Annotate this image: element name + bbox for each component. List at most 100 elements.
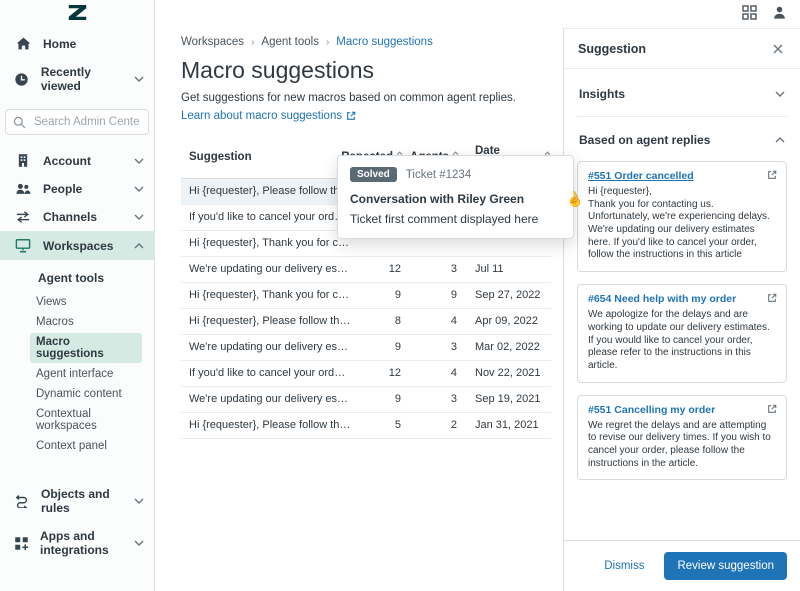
conversation-preview-tooltip: Solved Ticket #1234 Conversation with Ri… bbox=[337, 155, 574, 239]
table-row[interactable]: If you'd like to cancel your order, then… bbox=[181, 361, 551, 387]
sidebar-item-macros[interactable]: Macros bbox=[30, 313, 142, 331]
cell-date: Jul 11 bbox=[461, 263, 551, 275]
sidebar-item-objects-and-rules[interactable]: Objects and rules bbox=[0, 480, 154, 522]
sidebar-item-people[interactable]: People bbox=[0, 175, 154, 203]
search-input[interactable] bbox=[32, 115, 141, 129]
table-row[interactable]: Hi {requester}, Please follow the instru… bbox=[181, 309, 551, 335]
ticket-link[interactable]: #654 Need help with my order bbox=[588, 293, 776, 305]
sidebar-item-home[interactable]: Home bbox=[0, 29, 154, 58]
external-link-icon[interactable] bbox=[767, 404, 777, 414]
reply-text: Hi {requester}, Thank you for contacting… bbox=[588, 186, 776, 262]
insights-section-toggle[interactable]: Insights bbox=[577, 84, 787, 104]
chevron-up-icon bbox=[775, 137, 785, 143]
chevron-down-icon bbox=[134, 498, 144, 504]
sidebar-spacer bbox=[0, 460, 154, 480]
sidebar-item-macro-suggestions[interactable]: Macro suggestions bbox=[30, 333, 142, 363]
sidebar-item-label: Recently viewed bbox=[41, 65, 123, 93]
tooltip-body: Ticket first comment displayed here bbox=[350, 212, 561, 226]
cell-date: Mar 02, 2022 bbox=[461, 341, 551, 353]
cell-date: Apr 09, 2022 bbox=[461, 315, 551, 327]
ticket-link[interactable]: #551 Cancelling my order bbox=[588, 404, 776, 416]
learn-link-label: Learn about macro suggestions bbox=[181, 110, 342, 122]
cell-repeated: 5 bbox=[357, 419, 405, 431]
based-on-agent-replies-toggle[interactable]: Based on agent replies bbox=[577, 130, 787, 150]
cell-suggestion: Hi {requester}, Thank you for contacting… bbox=[189, 289, 357, 301]
chevron-down-icon bbox=[775, 91, 785, 97]
external-link-icon[interactable] bbox=[767, 170, 777, 180]
sidebar-item-channels[interactable]: Channels bbox=[0, 203, 154, 231]
sidebar-item-label: Home bbox=[43, 37, 76, 51]
panel-footer: Dismiss Review suggestion bbox=[564, 540, 800, 591]
section-divider bbox=[577, 116, 787, 117]
external-link-icon[interactable] bbox=[767, 293, 777, 303]
close-icon[interactable] bbox=[771, 42, 785, 56]
sidebar-item-recently-viewed[interactable]: Recently viewed bbox=[0, 58, 154, 100]
channels-arrows-icon bbox=[14, 210, 32, 224]
sidebar-item-workspaces[interactable]: Workspaces bbox=[0, 231, 154, 260]
cell-date: Jan 31, 2021 bbox=[461, 419, 551, 431]
table-row[interactable]: Hi {requester}, Thank you for contacting… bbox=[181, 283, 551, 309]
cell-suggestion: We're updating our delivery estimates h.… bbox=[189, 393, 357, 405]
search-icon bbox=[13, 116, 26, 129]
cell-date: Sep 27, 2022 bbox=[461, 289, 551, 301]
zendesk-logo[interactable] bbox=[0, 0, 154, 29]
chevron-down-icon bbox=[134, 186, 144, 192]
subnav-header-agent-tools: Agent tools bbox=[38, 269, 154, 292]
route-icon bbox=[14, 494, 30, 508]
sidebar: Home Recently viewed Account People bbox=[0, 0, 155, 591]
sidebar-item-dynamic-content[interactable]: Dynamic content bbox=[30, 385, 142, 403]
ticket-reply-card: #551 Order cancelled Hi {requester}, Tha… bbox=[577, 161, 787, 272]
sidebar-item-account[interactable]: Account bbox=[0, 146, 154, 175]
panel-body: Insights Based on agent replies #551 Ord… bbox=[564, 69, 800, 502]
column-header-suggestion[interactable]: Suggestion bbox=[189, 145, 357, 169]
ticket-link[interactable]: #551 Order cancelled bbox=[588, 170, 776, 182]
cell-agents: 3 bbox=[405, 341, 461, 353]
sidebar-item-views[interactable]: Views bbox=[30, 293, 142, 311]
sidebar-item-label: Channels bbox=[43, 210, 97, 224]
cell-agents: 9 bbox=[405, 289, 461, 301]
cell-suggestion: Hi {requester}, Please follow the instru… bbox=[189, 419, 357, 431]
review-suggestion-button[interactable]: Review suggestion bbox=[664, 552, 787, 580]
cell-suggestion: If you'd like to cancel your order, then… bbox=[189, 367, 357, 379]
table-row[interactable]: Hi {requester}, Please follow the instru… bbox=[181, 413, 551, 439]
tooltip-header: Solved Ticket #1234 bbox=[350, 167, 561, 182]
search-box bbox=[5, 109, 149, 135]
cell-repeated: 12 bbox=[357, 367, 405, 379]
sidebar-item-agent-interface[interactable]: Agent interface bbox=[30, 365, 142, 383]
app-launcher-grid-icon[interactable] bbox=[742, 5, 757, 20]
cell-suggestion: We're updating our delivery estimates h.… bbox=[189, 263, 357, 275]
reply-text: We regret the delays and are attempting … bbox=[588, 420, 776, 471]
sidebar-item-apps-and-integrations[interactable]: Apps and integrations bbox=[0, 522, 154, 564]
cell-date: Nov 22, 2021 bbox=[461, 367, 551, 379]
cell-suggestion: Hi {requester}, Please follow the instru… bbox=[189, 185, 357, 197]
people-icon bbox=[14, 182, 32, 196]
panel-title: Suggestion bbox=[578, 42, 646, 56]
ticket-reply-card: #654 Need help with my order We apologiz… bbox=[577, 284, 787, 382]
table-row[interactable]: We're updating our delivery estimates h.… bbox=[181, 387, 551, 413]
cell-date: Sep 19, 2021 bbox=[461, 393, 551, 405]
panel-header: Suggestion bbox=[564, 29, 800, 69]
external-link-icon bbox=[346, 111, 356, 121]
breadcrumb-agent-tools[interactable]: Agent tools bbox=[261, 36, 319, 48]
table-row[interactable]: We're updating our delivery estimates h.… bbox=[181, 335, 551, 361]
sidebar-item-label: People bbox=[43, 182, 82, 196]
sidebar-item-contextual-workspaces[interactable]: Contextual workspaces bbox=[30, 405, 142, 435]
breadcrumb-macro-suggestions[interactable]: Macro suggestions bbox=[336, 36, 433, 48]
building-icon bbox=[14, 153, 32, 168]
cell-agents: 4 bbox=[405, 367, 461, 379]
learn-about-macro-suggestions-link[interactable]: Learn about macro suggestions bbox=[181, 110, 356, 122]
cell-agents: 2 bbox=[405, 419, 461, 431]
monitor-icon bbox=[14, 238, 32, 253]
dismiss-button[interactable]: Dismiss bbox=[592, 553, 656, 579]
page-description: Get suggestions for new macros based on … bbox=[181, 91, 551, 106]
sidebar-item-label: Workspaces bbox=[43, 239, 113, 253]
breadcrumb-workspaces[interactable]: Workspaces bbox=[181, 36, 244, 48]
sidebar-item-context-panel[interactable]: Context panel bbox=[30, 437, 142, 455]
breadcrumb-separator-icon: › bbox=[326, 37, 329, 48]
breadcrumb: Workspaces › Agent tools › Macro suggest… bbox=[181, 36, 551, 48]
clock-icon bbox=[14, 72, 30, 87]
chevron-down-icon bbox=[134, 214, 144, 220]
user-avatar-icon[interactable] bbox=[772, 5, 787, 20]
table-row[interactable]: We're updating our delivery estimates h.… bbox=[181, 257, 551, 283]
cell-agents: 3 bbox=[405, 393, 461, 405]
